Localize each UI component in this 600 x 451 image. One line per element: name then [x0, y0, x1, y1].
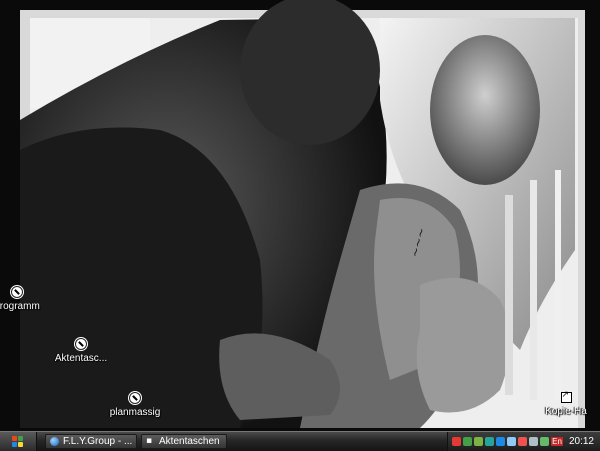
taskbar-button-fly-group[interactable]: F.L.Y.Group - ... [45, 434, 137, 449]
desktop-icon-label: programm [0, 301, 40, 312]
taskbar: F.L.Y.Group - ... ▪ Aktentaschen En 20:1… [0, 431, 600, 451]
desktop-icon-label: Aktentasc... [54, 353, 108, 364]
battery-icon[interactable] [540, 437, 550, 446]
briefcase-icon: ▪ [146, 436, 153, 446]
program-shortcut-icon [129, 392, 141, 404]
taskbar-button-label: Aktentaschen [159, 436, 220, 447]
briefcase-shortcut-icon [75, 338, 87, 350]
network-icon[interactable] [452, 437, 462, 446]
desktop-icon-label: planmassig [109, 407, 161, 418]
clock[interactable]: 20:12 [569, 436, 594, 447]
desktop-wallpaper: ~~~ [0, 0, 600, 431]
taskbar-button-aktentaschen[interactable]: ▪ Aktentaschen [141, 434, 227, 449]
display-icon[interactable] [507, 437, 517, 446]
desktop-icon-aktentasche[interactable]: Aktentasc... [46, 338, 116, 364]
shield-icon[interactable] [518, 437, 528, 446]
taskbar-button-label: F.L.Y.Group - ... [63, 436, 133, 447]
shortcut-icon [560, 390, 572, 403]
windows-logo-icon [12, 435, 24, 448]
messenger-icon[interactable] [485, 437, 495, 446]
antivirus-icon[interactable] [529, 437, 539, 446]
language-indicator[interactable]: En [551, 437, 563, 446]
start-button[interactable] [0, 432, 37, 451]
program-shortcut-icon [11, 286, 23, 298]
internet-explorer-icon [50, 437, 59, 446]
volume-icon[interactable] [463, 437, 473, 446]
desktop-icon-planmassig[interactable]: planmassig [100, 392, 170, 418]
update-icon[interactable] [496, 437, 506, 446]
security-icon[interactable] [474, 437, 484, 446]
desktop-icon-programm[interactable]: programm [0, 286, 52, 312]
desktop-icon-kopie-ha[interactable]: Kopie-Ha [532, 390, 600, 417]
desktop[interactable]: ~~~ programm Aktentasc... planmassig Kop… [0, 0, 600, 431]
desktop-icon-label: Kopie-Ha [545, 406, 587, 417]
system-tray: En 20:12 [447, 432, 600, 451]
